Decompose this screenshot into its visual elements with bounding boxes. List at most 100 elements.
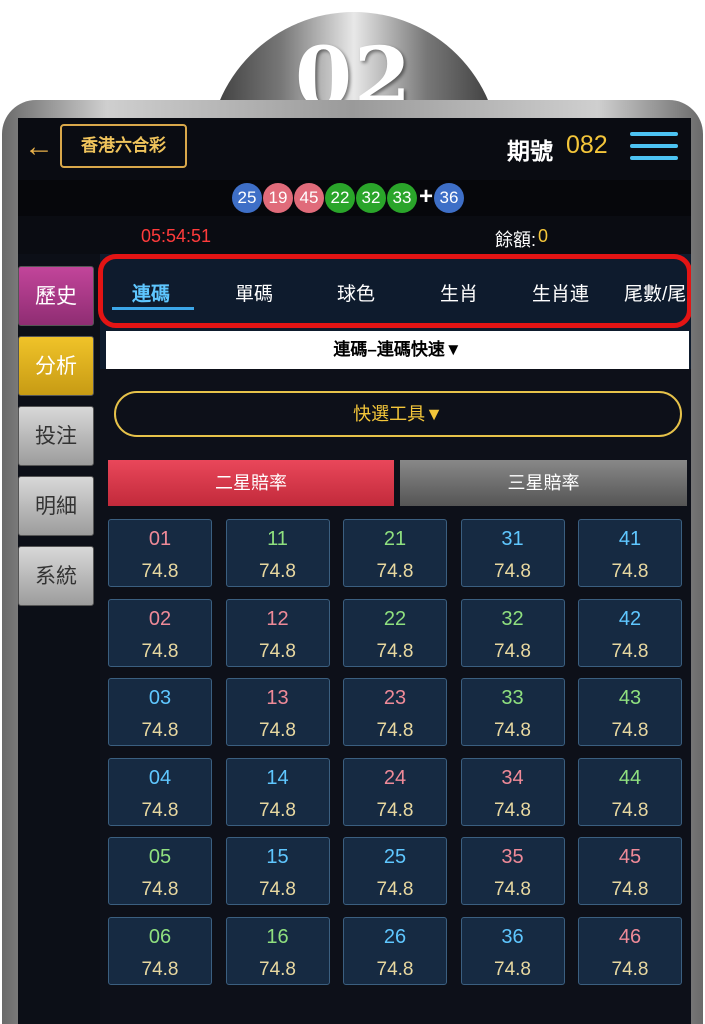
cell-number: 05 (148, 846, 172, 868)
result-ball: 22 (325, 183, 355, 213)
number-cell[interactable]: 03 74.8 (108, 678, 212, 746)
number-cell[interactable]: 42 74.8 (578, 598, 682, 667)
sidebar-item-analysis[interactable]: 分析 (18, 336, 94, 396)
cell-number: 25 (383, 846, 407, 868)
cell-number: 03 (148, 687, 172, 709)
lottery-select-button[interactable]: 香港六合彩 (60, 124, 187, 168)
number-cell[interactable]: 16 74.8 (225, 916, 330, 985)
cell-number: 21 (383, 528, 407, 550)
cell-number: 14 (266, 766, 289, 789)
number-cell[interactable]: 43 74.8 (578, 678, 682, 746)
number-cell[interactable]: 04 74.8 (108, 757, 212, 826)
cell-number: 43 (618, 687, 642, 709)
number-cell[interactable]: 22 74.8 (343, 598, 447, 667)
cell-odds: 74.8 (376, 879, 414, 900)
number-cell[interactable]: 31 74.8 (460, 519, 565, 587)
number-cell[interactable]: 23 74.8 (343, 678, 447, 746)
number-cell[interactable]: 02 74.8 (108, 598, 212, 667)
cell-number: 02 (148, 607, 172, 630)
number-cell[interactable]: 46 74.8 (578, 916, 682, 985)
cell-number: 33 (501, 687, 524, 709)
cell-number: 46 (618, 925, 642, 948)
result-balls: 25 19 45 22 32 33 +36 (232, 183, 465, 213)
number-cell[interactable]: 32 74.8 (460, 598, 565, 667)
cell-odds: 74.8 (376, 799, 414, 821)
cell-odds: 74.8 (141, 958, 179, 980)
cell-odds: 74.8 (141, 879, 179, 900)
cell-number: 11 (267, 528, 288, 550)
cell-number: 24 (383, 766, 407, 789)
number-cell[interactable]: 36 74.8 (460, 916, 565, 985)
number-cell[interactable]: 01 74.8 (108, 519, 212, 587)
last-draw-results: 25 19 45 22 32 33 +36 (18, 180, 691, 216)
number-cell[interactable]: 35 74.8 (460, 837, 565, 905)
cell-odds: 74.8 (611, 958, 649, 980)
sidebar-item-history[interactable]: 歷史 (18, 266, 94, 326)
number-cell[interactable]: 25 74.8 (343, 837, 447, 905)
cell-odds: 74.8 (611, 561, 649, 582)
special-ball: 36 (434, 183, 464, 213)
cell-number: 45 (618, 846, 642, 868)
cell-odds: 74.8 (376, 561, 414, 582)
cell-number: 06 (148, 925, 172, 948)
number-cell[interactable]: 24 74.8 (343, 757, 447, 826)
cell-number: 22 (383, 607, 407, 630)
number-cell[interactable]: 45 74.8 (578, 837, 682, 905)
cell-odds: 74.8 (259, 561, 296, 582)
number-cell[interactable]: 11 74.8 (225, 519, 330, 587)
number-cell[interactable]: 26 74.8 (343, 916, 447, 985)
app-screen: ← 香港六合彩 期號 082 25 19 45 22 32 33 +36 05:54:51 … (18, 118, 691, 1024)
period-label: 期號 (507, 138, 553, 164)
sidebar-item-system[interactable]: 系統 (18, 546, 94, 606)
cell-number: 13 (266, 687, 289, 709)
number-cell[interactable]: 21 74.8 (343, 519, 447, 587)
cell-odds: 74.8 (141, 720, 179, 741)
back-arrow-icon[interactable]: ← (24, 132, 54, 162)
cell-number: 04 (148, 766, 172, 789)
cell-number: 41 (618, 528, 642, 550)
cell-odds: 74.8 (259, 720, 296, 741)
cell-odds: 74.8 (494, 799, 531, 821)
status-bar: 05:54:51 餘額: 0 (18, 216, 691, 254)
cell-odds: 74.8 (611, 799, 649, 821)
tab-three-star-odds[interactable]: 三星賠率 (400, 460, 687, 506)
side-menu: 歷史 分析 投注 明細 系統 (18, 254, 100, 1024)
main-content: 連碼 單碼 球色 生肖 生肖連 尾數/尾 連碼–連碼快速▼ 快選工具▼ 二星賠率… (98, 254, 691, 1024)
tab-two-star-odds[interactable]: 二星賠率 (108, 460, 394, 506)
balance-label: 餘額: (495, 230, 537, 250)
number-cell[interactable]: 13 74.8 (225, 678, 330, 746)
cell-number: 01 (148, 528, 172, 550)
top-header: ← 香港六合彩 期號 082 (18, 118, 691, 180)
number-cell[interactable]: 15 74.8 (225, 837, 330, 905)
cell-odds: 74.8 (376, 958, 414, 980)
hamburger-menu-icon[interactable] (630, 132, 678, 164)
cell-number: 15 (266, 846, 289, 868)
countdown-timer: 05:54:51 (141, 226, 212, 246)
cell-odds: 74.8 (494, 958, 531, 980)
number-cell[interactable]: 14 74.8 (225, 757, 330, 826)
sidebar-item-detail[interactable]: 明細 (18, 476, 94, 536)
cell-odds: 74.8 (611, 640, 649, 662)
cell-number: 36 (501, 925, 524, 948)
cell-odds: 74.8 (141, 561, 179, 582)
number-cell[interactable]: 06 74.8 (108, 916, 212, 985)
result-ball: 25 (232, 183, 262, 213)
cell-number: 26 (383, 925, 407, 948)
number-cell[interactable]: 05 74.8 (108, 837, 212, 905)
cell-odds: 74.8 (259, 879, 296, 900)
number-cell[interactable]: 12 74.8 (225, 598, 330, 667)
period-value: 082 (566, 131, 608, 159)
cell-odds: 74.8 (611, 720, 649, 741)
cell-number: 35 (501, 846, 524, 868)
number-cell[interactable]: 33 74.8 (460, 678, 565, 746)
cell-number: 12 (266, 607, 289, 630)
bet-subtype-dropdown[interactable]: 連碼–連碼快速▼ (106, 331, 689, 369)
cell-odds: 74.8 (611, 879, 649, 900)
number-cell[interactable]: 34 74.8 (460, 757, 565, 826)
quick-pick-tool-button[interactable]: 快選工具▼ (114, 391, 682, 437)
sidebar-item-bet[interactable]: 投注 (18, 406, 94, 466)
number-cell[interactable]: 41 74.8 (578, 519, 682, 587)
number-cell[interactable]: 44 74.8 (578, 757, 682, 826)
cell-number: 42 (618, 607, 642, 630)
result-ball: 45 (294, 183, 324, 213)
